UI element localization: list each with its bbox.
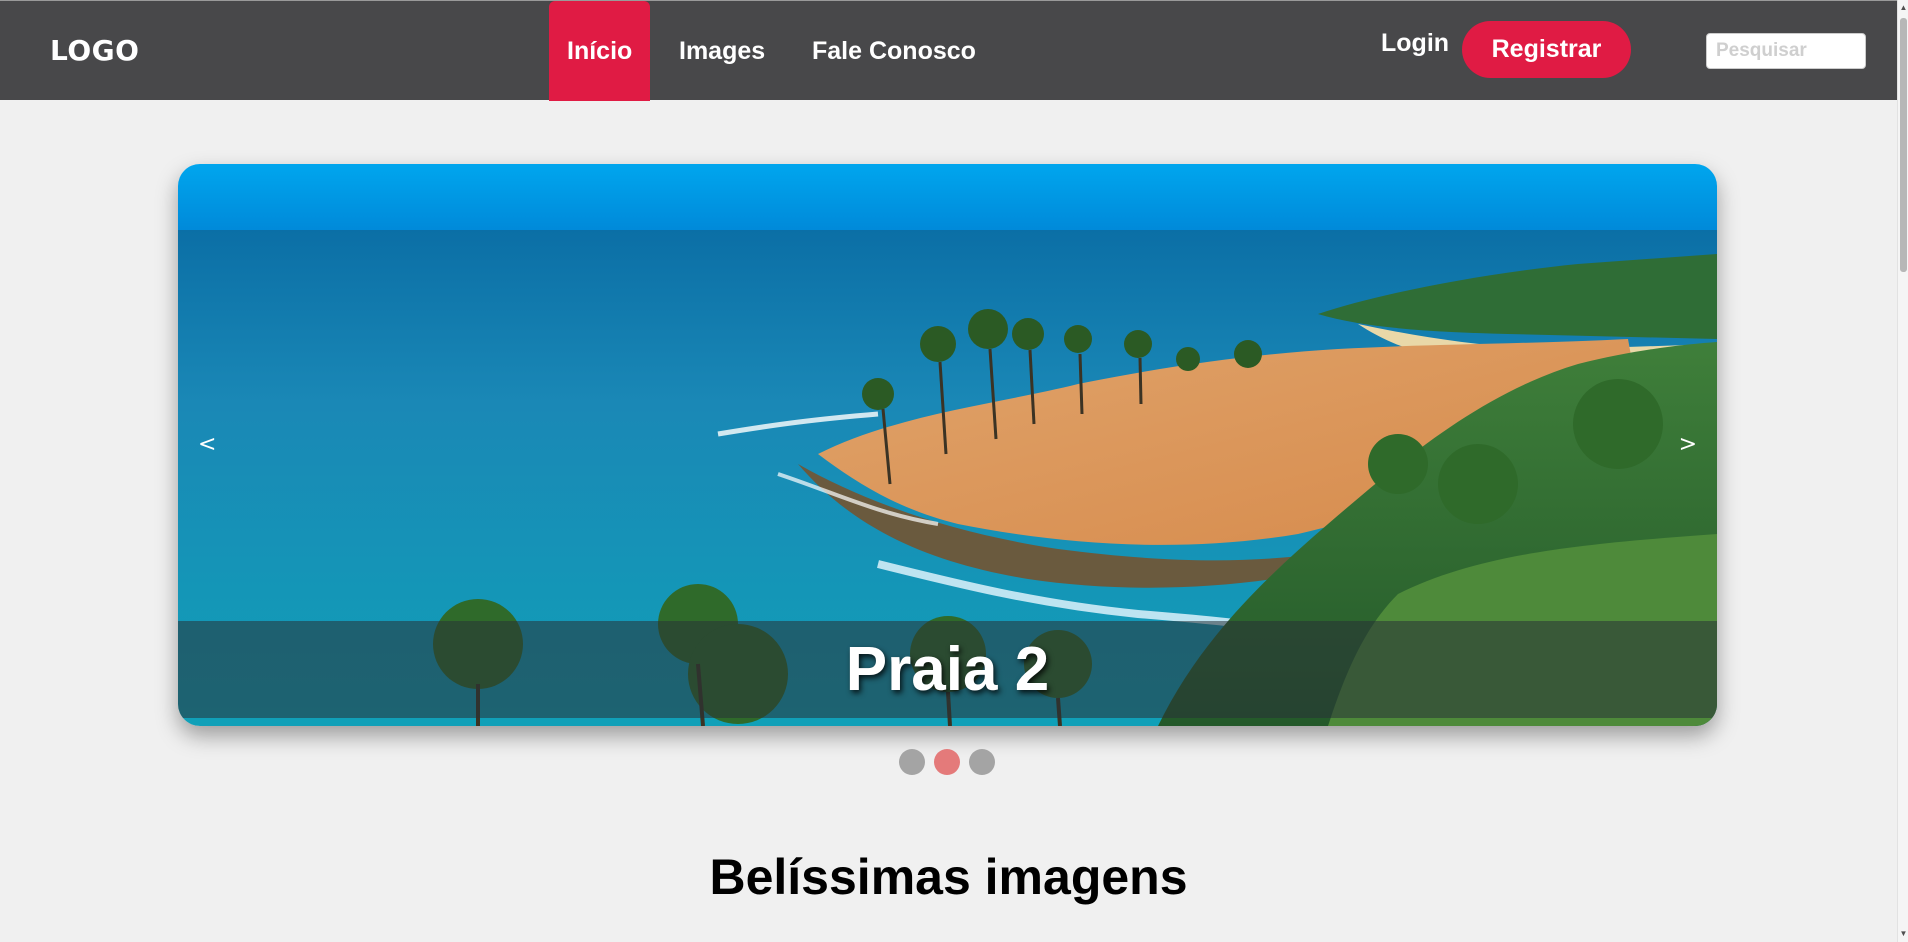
top-navbar: LOGO Início Images Fale Conosco Login Re… bbox=[0, 0, 1897, 101]
section-title: Belíssimas imagens bbox=[709, 849, 1188, 905]
page-scrollbar[interactable]: ▲ ▼ bbox=[1897, 0, 1908, 942]
login-link[interactable]: Login bbox=[1381, 29, 1449, 58]
carousel-dot-1[interactable] bbox=[899, 749, 925, 775]
register-button[interactable]: Registrar bbox=[1462, 21, 1631, 78]
carousel-dot-3[interactable] bbox=[969, 749, 995, 775]
carousel-dot-2[interactable] bbox=[934, 749, 960, 775]
image-carousel: < > Praia 2 bbox=[178, 164, 1717, 726]
search-input[interactable] bbox=[1706, 33, 1866, 69]
nav-link-inicio[interactable]: Início bbox=[549, 1, 651, 101]
scroll-down-icon[interactable]: ▼ bbox=[1899, 928, 1908, 940]
nav-link-images[interactable]: Images bbox=[679, 1, 765, 101]
carousel-next-button[interactable]: > bbox=[1679, 432, 1697, 457]
scroll-up-icon[interactable]: ▲ bbox=[1899, 2, 1908, 14]
carousel-prev-button[interactable]: < bbox=[198, 432, 216, 457]
carousel-indicators bbox=[899, 749, 995, 775]
slide-caption: Praia 2 bbox=[845, 635, 1050, 704]
site-logo[interactable]: LOGO bbox=[50, 34, 139, 67]
scroll-thumb[interactable] bbox=[1900, 18, 1907, 272]
nav-link-fale-conosco[interactable]: Fale Conosco bbox=[812, 1, 976, 101]
